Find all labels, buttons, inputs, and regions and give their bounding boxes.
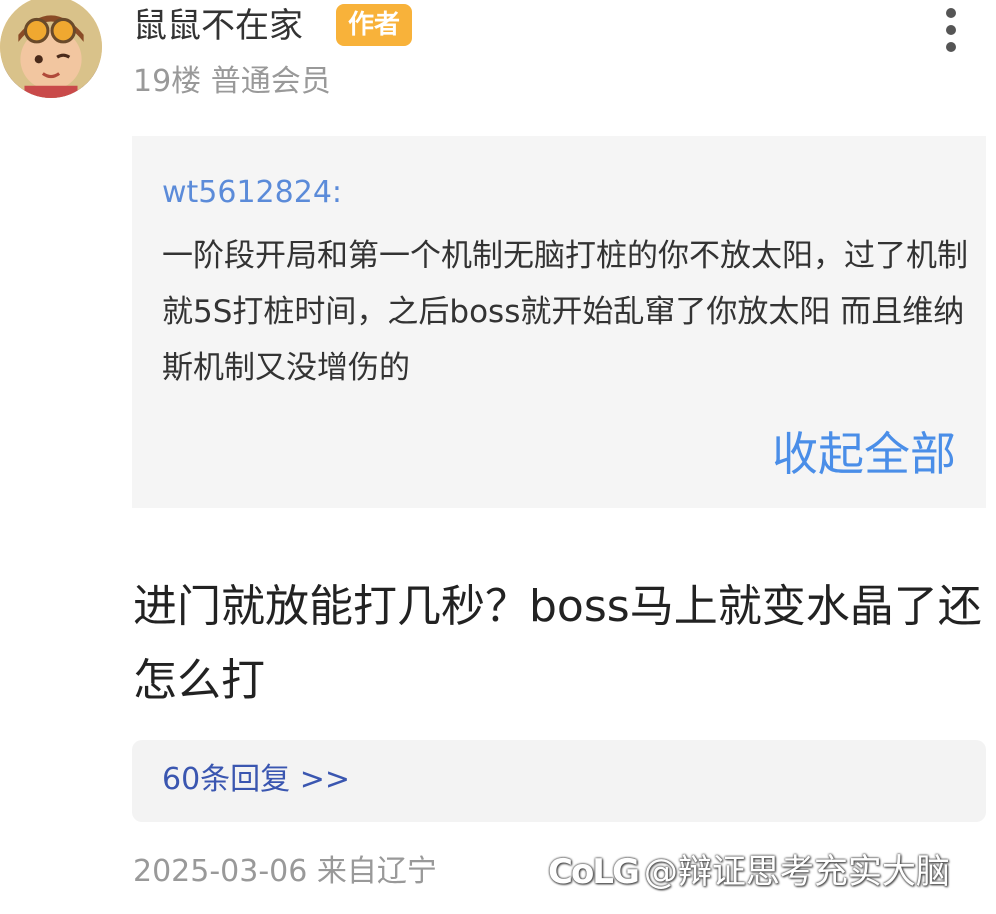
view-replies-link[interactable]: 60条回复 >> bbox=[162, 760, 350, 800]
post-content: 进门就放能打几秒？boss马上就变水晶了还怎么打 bbox=[133, 581, 982, 706]
more-vertical-icon-dot bbox=[946, 42, 956, 52]
more-vertical-icon-dot bbox=[946, 8, 956, 18]
username[interactable]: 鼠鼠不在家 bbox=[133, 6, 303, 46]
more-vertical-icon-dot bbox=[946, 25, 956, 35]
watermark: CoLG @辩证思考充实大脑 bbox=[548, 850, 950, 894]
collapse-all-link[interactable]: 收起全部 bbox=[772, 426, 956, 482]
watermark-text: @辩证思考充实大脑 bbox=[643, 852, 950, 892]
avatar-image bbox=[0, 0, 102, 98]
author-badge: 作者 bbox=[336, 4, 413, 46]
post-date-location: 2025-03-06 来自辽宁 bbox=[133, 854, 437, 889]
more-options-button[interactable] bbox=[936, 8, 966, 52]
watermark-logo: CoLG bbox=[548, 852, 640, 892]
quoted-text: 一阶段开局和第一个机制无脑打桩的你不放太阳，过了机制就5S打桩时间，之后boss… bbox=[162, 238, 968, 386]
replies-box[interactable]: 60条回复 >> bbox=[132, 740, 986, 822]
quoted-username[interactable]: wt5612824: bbox=[162, 174, 342, 212]
quoted-reply: wt5612824: 一阶段开局和第一个机制无脑打桩的你不放太阳，过了机制就5S… bbox=[132, 136, 986, 508]
avatar[interactable] bbox=[0, 0, 102, 98]
floor-and-member-level: 19楼 普通会员 bbox=[133, 64, 331, 99]
